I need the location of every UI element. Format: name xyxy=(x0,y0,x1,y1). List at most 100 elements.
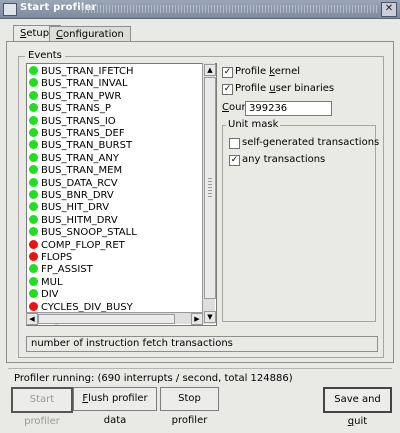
grip-icon xyxy=(208,178,212,198)
event-list-item[interactable]: FP_ASSIST xyxy=(29,263,93,276)
profile-kernel-post: ernel xyxy=(274,66,301,77)
green-status-icon xyxy=(29,115,38,125)
save-pre: Save and xyxy=(334,394,381,405)
green-status-icon xyxy=(29,152,38,162)
green-status-icon xyxy=(29,66,38,75)
scroll-down-icon[interactable]: ▼ xyxy=(204,311,216,323)
flush-rest: lush profiler data xyxy=(88,393,148,426)
green-status-icon xyxy=(29,202,38,212)
event-list-item[interactable]: BUS_TRANS_IO xyxy=(29,115,116,128)
tab-configuration-mnemonic: C xyxy=(56,29,63,40)
check-icon: ✓ xyxy=(223,84,232,94)
event-label: BUS_TRAN_INVAL xyxy=(41,78,128,90)
green-status-icon xyxy=(29,264,38,274)
event-label: BUS_TRAN_PWR xyxy=(41,90,122,102)
any-transactions-checkbox[interactable]: ✓ xyxy=(229,155,240,166)
event-list-item[interactable]: BUS_TRAN_IFETCH xyxy=(29,65,134,78)
green-status-icon xyxy=(29,103,38,113)
count-input[interactable]: 399236 xyxy=(245,101,332,116)
event-list-item[interactable]: BUS_TRAN_PWR xyxy=(29,90,121,103)
event-list-item[interactable]: BUS_TRAN_INVAL xyxy=(29,77,128,90)
event-label: BUS_TRANS_DEF xyxy=(41,128,125,139)
event-list-item[interactable]: BUS_TRAN_ANY xyxy=(29,152,119,165)
event-list-item[interactable]: FLOPS xyxy=(29,251,72,264)
green-status-icon xyxy=(29,227,38,237)
event-label: FLOPS xyxy=(41,252,73,263)
check-icon: ✓ xyxy=(223,67,232,77)
profile-kernel-pre: Profile xyxy=(235,66,270,77)
scroll-up-icon[interactable]: ▲ xyxy=(204,64,216,76)
event-label: BUS_TRAN_ANY xyxy=(41,152,119,164)
event-label: BUS_SNOOP_STALL xyxy=(41,227,137,239)
start-profiler-button[interactable]: Start profiler xyxy=(11,387,73,427)
tab-configuration-rest: onfiguration xyxy=(62,29,124,40)
green-status-icon xyxy=(29,190,38,199)
titlebar-grip xyxy=(82,5,378,13)
events-group-label: Events xyxy=(25,50,65,61)
hscroll-thumb[interactable] xyxy=(38,314,175,324)
green-status-icon xyxy=(29,276,38,286)
event-list-item[interactable]: BUS_HIT_DRV xyxy=(29,201,109,214)
events-list[interactable]: BUS_TRAN_IFETCH BUS_TRAN_INVAL BUS_TRAN_PW… xyxy=(26,63,217,326)
event-label: CYCLES_DIV_BUSY xyxy=(41,301,133,313)
stop-profiler-button[interactable]: Stop profiler xyxy=(160,387,219,426)
save-and-quit-button[interactable]: Save and quit xyxy=(323,387,392,427)
green-status-icon xyxy=(29,78,38,88)
scroll-right-icon[interactable]: ▶ xyxy=(191,313,203,325)
event-list-item[interactable]: BUS_TRAN_BURST xyxy=(29,139,132,152)
event-label: BUS_TRAN_IFETCH xyxy=(41,66,134,77)
event-label: BUS_DATA_RCV xyxy=(41,177,118,189)
event-label: BUS_HITM_DRV xyxy=(41,214,118,226)
event-list-item[interactable]: DIV xyxy=(29,288,59,301)
check-icon: ✓ xyxy=(230,155,239,165)
event-list-item[interactable]: BUS_TRAN_MEM xyxy=(29,164,122,177)
events-vertical-scrollbar[interactable]: ▲ ▼ xyxy=(202,63,216,324)
any-transactions-label[interactable]: any transactions xyxy=(242,154,325,165)
unit-mask-label: Unit mask xyxy=(226,119,281,130)
tab-configuration[interactable]: Configuration xyxy=(49,26,131,42)
profile-kernel-checkbox[interactable]: ✓ xyxy=(222,67,233,78)
red-status-icon xyxy=(29,252,38,261)
self-generated-transactions-checkbox[interactable] xyxy=(229,138,240,149)
event-list-item[interactable]: BUS_BNR_DRV xyxy=(29,189,114,202)
green-status-icon xyxy=(29,214,38,224)
scroll-thumb[interactable] xyxy=(204,77,216,299)
green-status-icon xyxy=(29,177,38,187)
event-label: DIV xyxy=(41,289,59,301)
event-list-item[interactable]: BUS_SNOOP_STALL xyxy=(29,226,137,239)
event-label: BUS_BNR_DRV xyxy=(41,190,114,201)
red-status-icon xyxy=(29,301,38,311)
self-generated-transactions-label[interactable]: self-generated transactions xyxy=(242,137,379,148)
event-label: COMP_FLOP_RET xyxy=(41,239,125,251)
flush-profiler-data-button[interactable]: Flush profiler data xyxy=(73,387,157,426)
profile-user-binaries-checkbox[interactable]: ✓ xyxy=(222,84,233,95)
tab-setup-rest: etup xyxy=(26,28,50,39)
event-label: BUS_HIT_DRV xyxy=(41,202,110,214)
events-horizontal-scrollbar[interactable]: ◀ ▶ xyxy=(26,312,203,325)
event-label: BUS_TRANS_IO xyxy=(41,115,116,127)
event-list-item[interactable]: BUS_TRANS_DEF xyxy=(29,127,125,140)
event-list-item[interactable]: COMP_FLOP_RET xyxy=(29,239,125,252)
event-label: BUS_TRAN_MEM xyxy=(41,165,123,177)
profile-user-binaries-label[interactable]: Profile user binaries xyxy=(235,83,334,94)
scroll-left-icon[interactable]: ◀ xyxy=(26,313,38,325)
event-label: BUS_TRAN_BURST xyxy=(41,140,133,152)
event-label: BUS_TRANS_P xyxy=(41,103,111,115)
event-list-item[interactable]: MUL xyxy=(29,276,63,289)
window-titlebar[interactable]: Start profiler ✕ xyxy=(0,0,400,19)
profile-user-pre: Profile xyxy=(235,83,270,94)
green-status-icon xyxy=(29,165,38,175)
event-list-item[interactable]: BUS_TRANS_P xyxy=(29,102,111,115)
status-separator xyxy=(8,368,392,369)
green-status-icon xyxy=(29,128,38,137)
green-status-icon xyxy=(29,289,38,299)
event-label: FP_ASSIST xyxy=(41,264,93,276)
profile-kernel-label[interactable]: Profile kernel xyxy=(235,66,300,77)
close-icon[interactable]: ✕ xyxy=(381,2,397,17)
event-list-item[interactable]: BUS_DATA_RCV xyxy=(29,177,118,190)
event-list-item[interactable]: BUS_HITM_DRV xyxy=(29,214,118,227)
event-label: MUL xyxy=(41,276,63,288)
profile-user-post: ser binaries xyxy=(275,83,335,94)
green-status-icon xyxy=(29,140,38,150)
count-mnemonic: C xyxy=(222,102,229,113)
